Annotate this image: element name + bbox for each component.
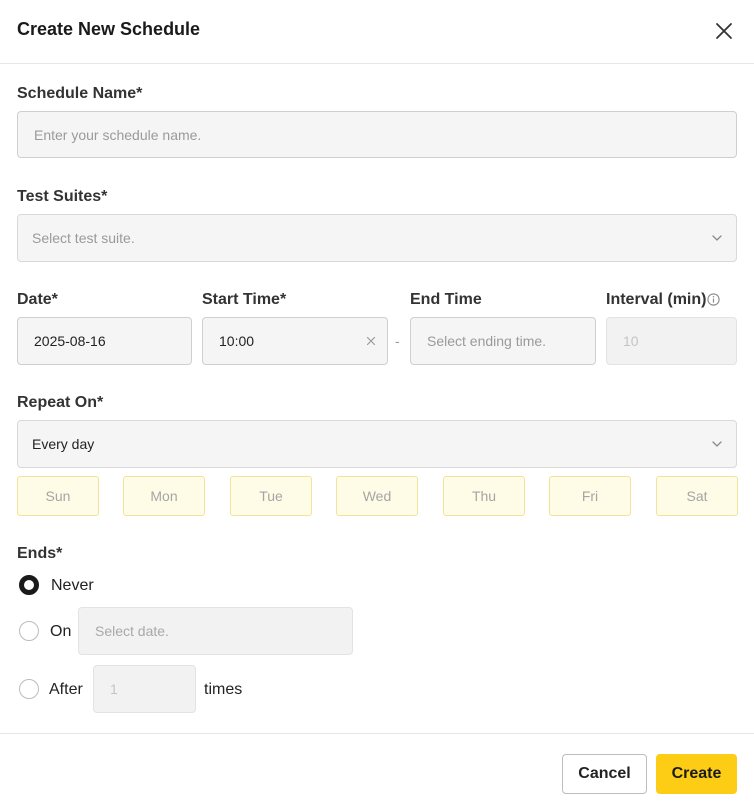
ends-never-label: Never — [51, 577, 94, 594]
schedule-name-label: Schedule Name* — [17, 85, 143, 102]
test-suites-label: Test Suites* — [17, 188, 108, 205]
clear-icon[interactable] — [365, 335, 377, 347]
day-button-sun[interactable]: Sun — [17, 476, 99, 516]
ends-after-label: After — [49, 681, 83, 698]
day-button-mon[interactable]: Mon — [123, 476, 205, 516]
repeat-on-label: Repeat On* — [17, 394, 104, 411]
ends-on-date-input[interactable]: Select date. — [78, 607, 353, 655]
day-button-tue[interactable]: Tue — [230, 476, 312, 516]
date-value: 2025-08-16 — [34, 333, 106, 349]
close-icon[interactable] — [713, 20, 735, 42]
schedule-name-input[interactable]: Enter your schedule name. — [17, 111, 737, 158]
test-suites-placeholder: Select test suite. — [32, 230, 135, 246]
date-label: Date* — [17, 291, 58, 308]
start-time-label: Start Time* — [202, 291, 287, 308]
start-time-value: 10:00 — [219, 333, 255, 349]
end-time-label: End Time — [410, 291, 482, 308]
ends-label: Ends* — [17, 545, 63, 562]
ends-after-count-value: 1 — [110, 681, 118, 697]
modal-title: Create New Schedule — [17, 19, 201, 39]
interval-label: Interval (min) — [606, 291, 707, 308]
day-button-fri[interactable]: Fri — [549, 476, 631, 516]
interval-value: 10 — [623, 333, 639, 349]
create-schedule-modal: Create New Schedule Schedule Name* Enter… — [0, 0, 754, 809]
ends-on-label: On — [50, 623, 72, 640]
ends-after-radio[interactable] — [19, 679, 39, 699]
day-button-thu[interactable]: Thu — [443, 476, 525, 516]
chevron-down-icon — [712, 235, 722, 241]
day-button-wed[interactable]: Wed — [336, 476, 418, 516]
info-icon[interactable] — [707, 293, 720, 306]
test-suites-select[interactable]: Select test suite. — [17, 214, 737, 262]
end-time-placeholder: Select ending time. — [427, 333, 547, 349]
repeat-on-value: Every day — [32, 436, 95, 452]
start-time-input[interactable]: 10:00 — [202, 317, 388, 365]
modal-header: Create New Schedule — [0, 0, 754, 64]
date-input[interactable]: 2025-08-16 — [17, 317, 192, 365]
schedule-name-placeholder: Enter your schedule name. — [34, 126, 202, 143]
ends-on-date-placeholder: Select date. — [95, 623, 169, 639]
time-range-separator: - — [395, 333, 400, 349]
ends-after-count-input[interactable]: 1 — [93, 665, 196, 713]
ends-never-radio[interactable] — [19, 575, 39, 595]
end-time-input[interactable]: Select ending time. — [410, 317, 596, 365]
ends-times-label: times — [204, 681, 243, 698]
repeat-on-select[interactable]: Every day — [17, 420, 737, 468]
ends-on-radio[interactable] — [19, 621, 39, 641]
day-button-sat[interactable]: Sat — [656, 476, 738, 516]
create-button[interactable]: Create — [656, 754, 737, 794]
chevron-down-icon — [712, 441, 722, 447]
cancel-button[interactable]: Cancel — [562, 754, 647, 794]
interval-input[interactable]: 10 — [606, 317, 737, 365]
